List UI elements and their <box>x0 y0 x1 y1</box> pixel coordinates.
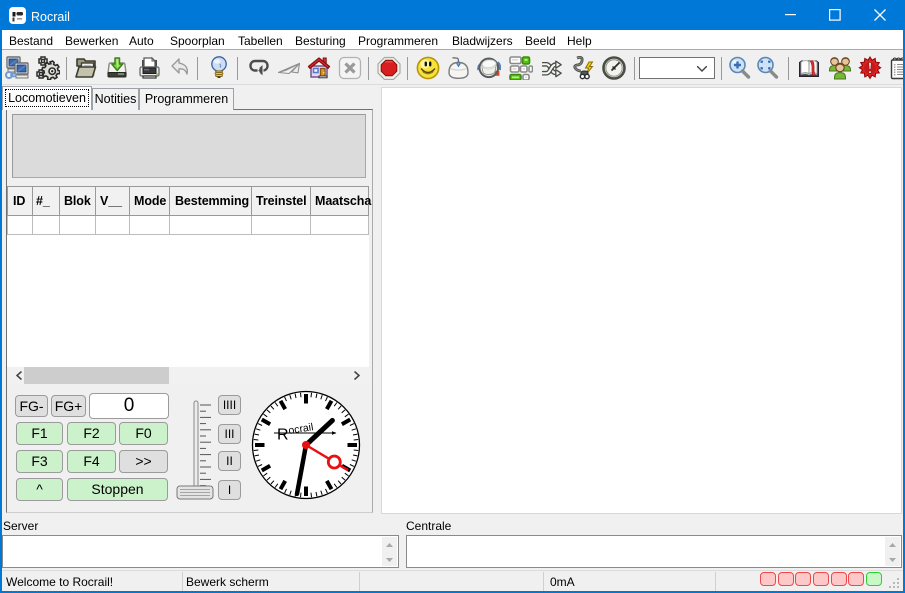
svg-text:R: R <box>277 427 289 444</box>
